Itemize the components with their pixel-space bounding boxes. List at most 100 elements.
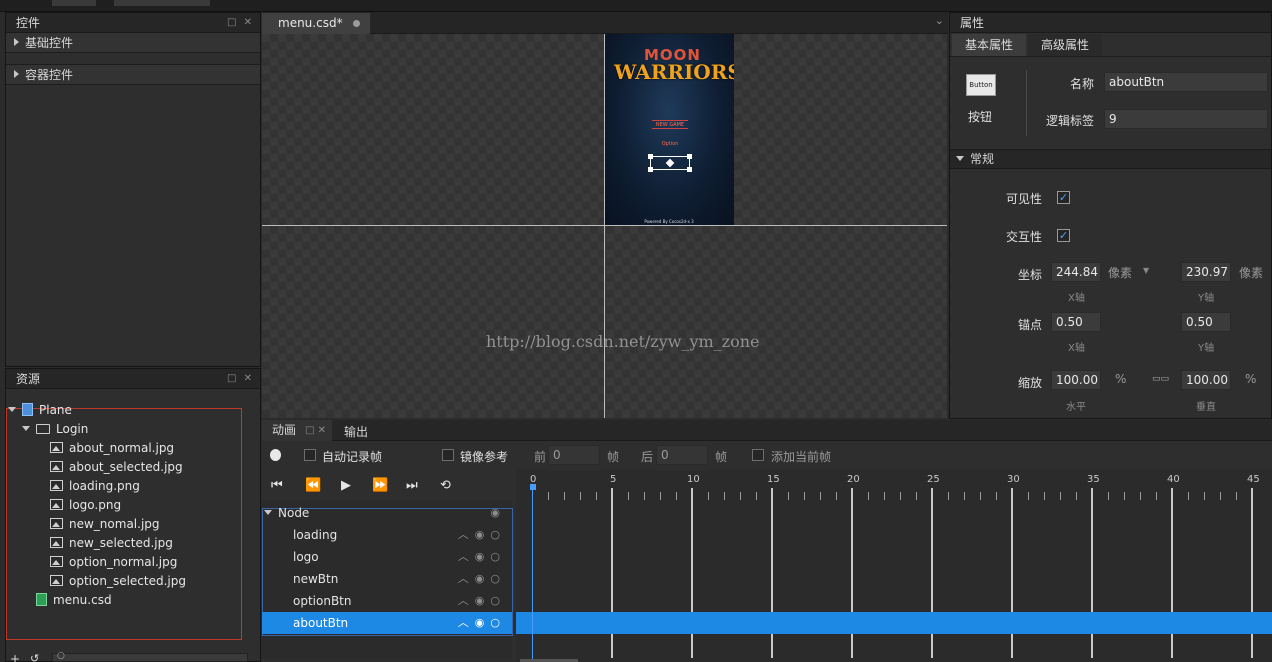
tree-label: new_selected.jpg: [69, 536, 173, 550]
tree-file[interactable]: new_selected.jpg: [50, 534, 173, 553]
name-field[interactable]: aboutBtn: [1104, 72, 1268, 92]
interactive-checkbox[interactable]: ✓: [1057, 229, 1070, 242]
node-row-icons[interactable]: ︿◉○: [458, 524, 506, 546]
tree-label: Plane: [39, 403, 72, 417]
option-button[interactable]: Option: [652, 140, 688, 149]
node-root[interactable]: Node ◉: [262, 502, 512, 524]
auto-record-checkbox[interactable]: [304, 449, 316, 461]
node-row[interactable]: loading ︿◉○: [262, 524, 512, 546]
tab-advanced-properties[interactable]: 高级属性: [1028, 34, 1102, 56]
panel-window-buttons[interactable]: □ ✕: [227, 369, 254, 389]
tick-minor-line: [708, 492, 709, 500]
divider: [950, 56, 1271, 57]
position-y-field[interactable]: 230.97: [1181, 262, 1231, 282]
mirror-reference-checkbox[interactable]: [442, 449, 454, 461]
visibility-checkbox[interactable]: ✓: [1057, 191, 1070, 204]
expand-arrow-icon[interactable]: [14, 70, 19, 78]
group-container-controls[interactable]: 容器控件: [6, 65, 260, 85]
resize-handle[interactable]: [648, 167, 653, 172]
toolbar-stub[interactable]: [114, 0, 210, 6]
resize-handle[interactable]: [648, 154, 653, 159]
image-file-icon: [50, 575, 63, 586]
node-row-icons[interactable]: ︿◉○: [458, 612, 506, 634]
section-general[interactable]: 常规: [950, 149, 1271, 169]
add-animation-icon[interactable]: [270, 449, 281, 461]
controls-panel: 控件 □ ✕ 基础控件 容器控件: [5, 12, 261, 367]
tree-label: about_selected.jpg: [69, 460, 183, 474]
play-icon[interactable]: ▶: [341, 478, 351, 493]
loop-icon[interactable]: ⟲: [440, 478, 451, 493]
link-scale-icon[interactable]: ▭▭: [1152, 374, 1169, 384]
tab-animation[interactable]: 动画 □ ✕: [262, 420, 332, 441]
skip-to-end-icon[interactable]: ⏭: [406, 478, 418, 493]
collapse-arrow-icon[interactable]: [956, 156, 964, 161]
anchor-y-field[interactable]: 0.50: [1181, 312, 1231, 332]
node-row[interactable]: optionBtn ︿◉○: [262, 590, 512, 612]
group-basic-controls[interactable]: 基础控件: [6, 33, 260, 53]
tree-folder-login[interactable]: Login: [22, 420, 88, 439]
tree-file-csd[interactable]: menu.csd: [36, 591, 112, 610]
after-frames-field[interactable]: 0: [656, 445, 708, 465]
tree-root-plane[interactable]: Plane: [8, 401, 72, 420]
add-current-frame-checkbox[interactable]: [752, 449, 764, 461]
unit-dropdown-icon[interactable]: ▼: [1143, 266, 1149, 275]
resize-handle[interactable]: [687, 167, 692, 172]
node-row[interactable]: logo ︿◉○: [262, 546, 512, 568]
tree-file[interactable]: about_normal.jpg: [50, 439, 174, 458]
tick-minor-line: [676, 492, 677, 500]
unsaved-dot-icon[interactable]: [353, 20, 360, 27]
tree-file[interactable]: option_normal.jpg: [50, 553, 177, 572]
tab-output[interactable]: 输出: [344, 423, 368, 440]
tick-minor-line: [1156, 492, 1157, 500]
scale-y-field[interactable]: 100.00: [1181, 370, 1231, 390]
fast-forward-icon[interactable]: ⏩: [372, 478, 388, 493]
add-resource-button[interactable]: +: [10, 652, 20, 662]
image-file-icon: [50, 461, 63, 472]
tree-file[interactable]: logo.png: [50, 496, 121, 515]
scale-y-percent: %: [1245, 372, 1257, 386]
guide-line-vertical: [604, 34, 605, 418]
tag-field[interactable]: 9: [1104, 109, 1268, 129]
csd-file-icon: [36, 593, 47, 606]
node-row-icons[interactable]: ︿◉○: [458, 590, 506, 612]
chevron-down-icon[interactable]: ⌄: [935, 14, 944, 27]
anchor-x-field[interactable]: 0.50: [1051, 312, 1101, 332]
tree-label: menu.csd: [53, 593, 112, 607]
node-label: loading: [293, 528, 338, 542]
expand-arrow-icon[interactable]: [14, 38, 19, 46]
collapse-arrow-icon[interactable]: [8, 407, 16, 412]
document-tab-bar: menu.csd* ⌄: [262, 12, 948, 34]
panel-window-buttons[interactable]: □ ✕: [227, 13, 254, 33]
tree-file[interactable]: about_selected.jpg: [50, 458, 183, 477]
toolbar-stub[interactable]: [52, 0, 96, 6]
tab-menu-csd[interactable]: menu.csd*: [262, 13, 370, 34]
panel-window-buttons[interactable]: □ ✕: [305, 420, 326, 441]
tick-minor-line: [1028, 492, 1029, 500]
design-canvas[interactable]: MOON WARRIORS NEW GAME Option Powered By…: [262, 34, 947, 418]
resize-handle[interactable]: [687, 154, 692, 159]
node-row[interactable]: newBtn ︿◉○: [262, 568, 512, 590]
refresh-icon[interactable]: ↺: [30, 652, 39, 662]
playhead-handle[interactable]: [530, 484, 536, 490]
tab-basic-properties[interactable]: 基本属性: [952, 34, 1026, 56]
skip-to-start-icon[interactable]: ⏮: [271, 478, 283, 493]
new-game-button[interactable]: NEW GAME: [652, 120, 688, 129]
collapse-arrow-icon[interactable]: [22, 426, 30, 431]
scale-x-field[interactable]: 100.00: [1051, 370, 1101, 390]
collapse-arrow-icon[interactable]: [264, 510, 272, 515]
tick-minor-line: [804, 492, 805, 500]
before-frames-field[interactable]: 0: [548, 445, 600, 465]
spacer: [6, 53, 260, 65]
tree-file[interactable]: option_selected.jpg: [50, 572, 186, 591]
node-row-icons[interactable]: ︿◉○: [458, 568, 506, 590]
playhead-line[interactable]: [532, 488, 533, 662]
visibility-eye-icon[interactable]: ◉: [490, 502, 506, 524]
tree-file[interactable]: new_nomal.jpg: [50, 515, 160, 534]
position-x-field[interactable]: 244.84: [1051, 262, 1101, 282]
node-row-icons[interactable]: ︿◉○: [458, 546, 506, 568]
tree-file[interactable]: loading.png: [50, 477, 140, 496]
rewind-icon[interactable]: ⏪: [305, 478, 321, 493]
node-row-selected[interactable]: aboutBtn ︿◉○: [262, 612, 512, 634]
resource-search-input[interactable]: ○: [52, 651, 248, 662]
timeline-selected-track[interactable]: [516, 612, 1272, 634]
